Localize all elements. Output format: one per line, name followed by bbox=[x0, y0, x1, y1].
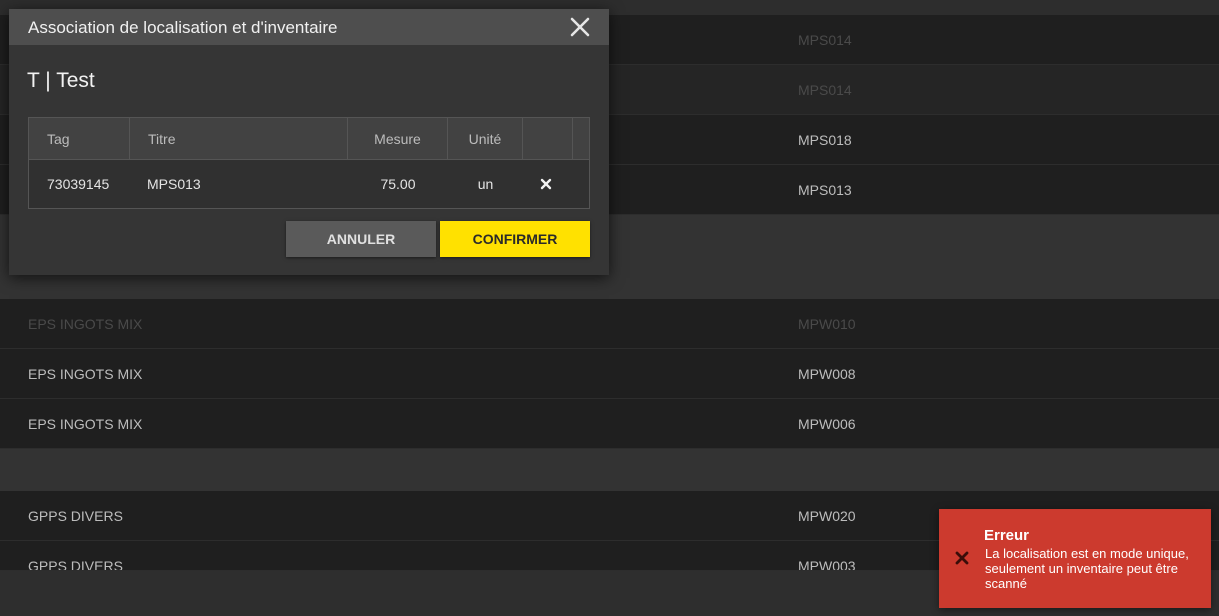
list-item-code: MPW020 bbox=[798, 508, 856, 524]
list-item-code: MPS014 bbox=[798, 32, 852, 48]
list-item-code: MPW008 bbox=[798, 366, 856, 382]
list-item-name: EPS INGOTS MIX bbox=[28, 316, 143, 332]
list-item-code: MPW006 bbox=[798, 416, 856, 432]
column-header-tag: Tag bbox=[29, 118, 130, 160]
column-header-titre: Titre bbox=[130, 118, 348, 160]
close-icon[interactable] bbox=[569, 16, 591, 38]
cell-tag: 73039145 bbox=[47, 176, 110, 192]
cancel-button[interactable]: ANNULER bbox=[286, 221, 436, 257]
list-item[interactable]: EPS INGOTS MIX MPW008 bbox=[0, 349, 1219, 399]
list-item-code: MPS014 bbox=[798, 82, 852, 98]
cell-titre: MPS013 bbox=[147, 176, 201, 192]
list-item-name: GPPS DIVERS bbox=[28, 508, 123, 524]
list-item-name: EPS INGOTS MIX bbox=[28, 416, 143, 432]
list-item-code: MPW010 bbox=[798, 316, 856, 332]
app-screen: MPS014 MPS014 MPS018 MPS013 EPS INGOTS M… bbox=[0, 0, 1219, 616]
location-title: T | Test bbox=[27, 69, 95, 92]
confirm-button[interactable]: CONFIRMER bbox=[440, 221, 590, 257]
remove-row-close-icon[interactable] bbox=[539, 177, 553, 191]
table-row: 73039145 MPS013 75.00 un bbox=[29, 160, 589, 208]
list-item[interactable]: EPS INGOTS MIX MPW010 bbox=[0, 299, 1219, 349]
column-header-actions bbox=[523, 118, 573, 160]
list-item[interactable]: EPS INGOTS MIX MPW006 bbox=[0, 399, 1219, 449]
list-item-name: GPPS DIVERS bbox=[28, 558, 123, 571]
association-dialog: Association de localisation et d'inventa… bbox=[9, 9, 609, 275]
list-item-code: MPS013 bbox=[798, 182, 852, 198]
cell-unite: un bbox=[477, 176, 494, 192]
inventory-table: Tag Titre Mesure Unité 73039145 MPS013 7… bbox=[28, 117, 590, 209]
column-header-scrollbar bbox=[573, 118, 589, 160]
dialog-header: Association de localisation et d'inventa… bbox=[9, 9, 609, 45]
column-header-mesure: Mesure bbox=[348, 118, 448, 160]
toast-title: Erreur bbox=[984, 527, 1030, 544]
toast-message: La localisation est en mode unique, seul… bbox=[985, 546, 1189, 591]
table-header: Tag Titre Mesure Unité bbox=[29, 118, 589, 160]
list-item-name: EPS INGOTS MIX bbox=[28, 366, 143, 382]
dialog-title: Association de localisation et d'inventa… bbox=[28, 18, 338, 37]
cell-mesure: 75.00 bbox=[380, 176, 416, 192]
close-icon bbox=[955, 551, 969, 565]
column-header-unite: Unité bbox=[448, 118, 523, 160]
list-item-code: MPW003 bbox=[798, 558, 856, 571]
list-item-code: MPS018 bbox=[798, 132, 852, 148]
error-toast[interactable]: Erreur La localisation est en mode uniqu… bbox=[939, 509, 1211, 608]
list-group-header bbox=[0, 449, 1219, 491]
